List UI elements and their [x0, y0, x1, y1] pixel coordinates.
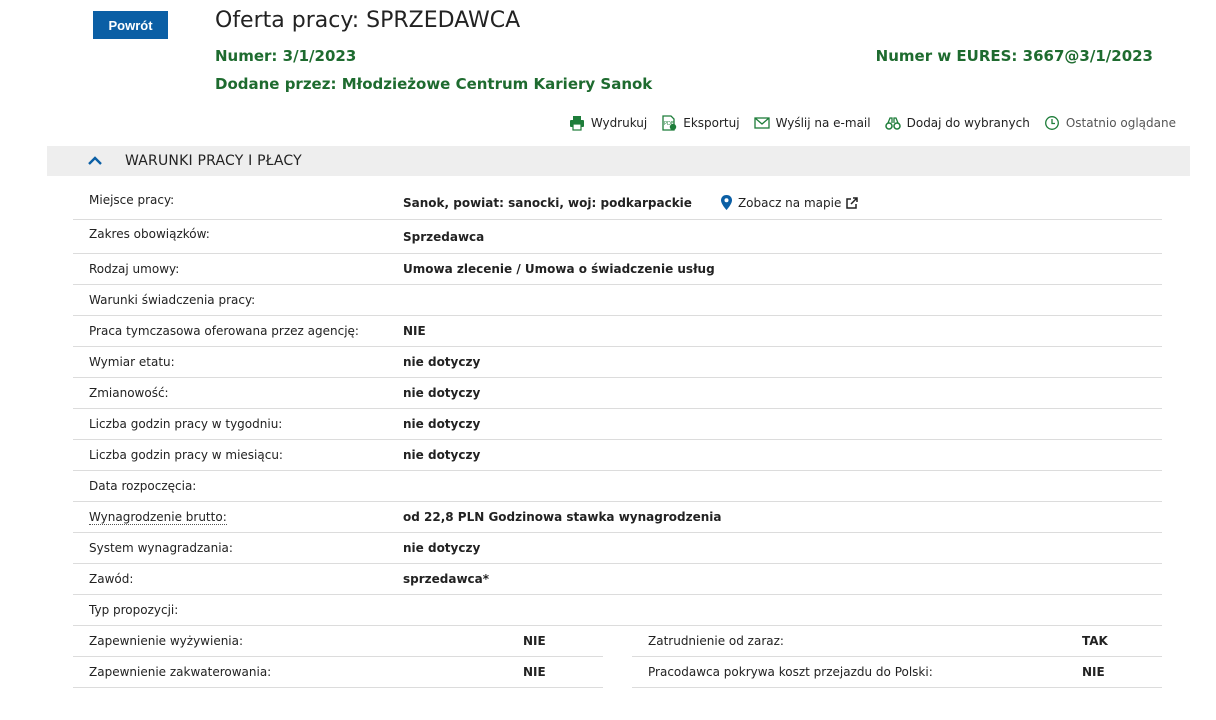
back-button[interactable]: Powrót — [93, 11, 168, 39]
export-button[interactable]: PDF Eksportuj — [661, 115, 740, 131]
table-row: Rodzaj umowy: Umowa zlecenie / Umowa o ś… — [73, 254, 1162, 285]
action-toolbar: Wydrukuj PDF Eksportuj Wyślij na e-mail … — [569, 115, 1176, 131]
row-label: Zmianowość: — [89, 386, 169, 400]
row-value: NIE — [403, 324, 426, 338]
table-row: Typ propozycji: — [73, 595, 1162, 626]
row-label: Miejsce pracy: — [89, 192, 175, 207]
recent-label: Ostatnio oglądane — [1065, 116, 1176, 130]
pair-value: NIE — [523, 634, 546, 648]
pair-value: NIE — [1082, 665, 1105, 679]
pair-row: Zapewnienie wyżywienia: NIE Zatrudnienie… — [73, 626, 1162, 657]
email-label: Wyślij na e-mail — [775, 116, 871, 130]
pair-label: Zapewnienie zakwaterowania: — [89, 665, 272, 679]
pair-left: Zapewnienie zakwaterowania: NIE — [73, 657, 603, 688]
row-label: Warunki świadczenia pracy: — [89, 293, 256, 307]
pair-label: Zapewnienie wyżywienia: — [89, 634, 244, 648]
printer-icon — [569, 116, 584, 131]
eures-number-value: 3667@3/1/2023 — [1022, 47, 1153, 65]
table-row: Zawód: sprzedawca* — [73, 564, 1162, 595]
row-value: nie dotyczy — [403, 541, 481, 555]
map-link[interactable]: Zobacz na mapie — [720, 195, 859, 210]
pair-right: Zatrudnienie od zaraz: TAK — [632, 626, 1162, 657]
add-to-favorites-button[interactable]: Dodaj do wybranych — [884, 115, 1030, 131]
row-label: Zakres obowiązków: — [89, 226, 210, 241]
row-value: nie dotyczy — [403, 386, 481, 400]
email-button[interactable]: Wyślij na e-mail — [753, 115, 871, 131]
table-row: Warunki świadczenia pracy: — [73, 285, 1162, 316]
external-link-icon — [846, 196, 859, 209]
print-button[interactable]: Wydrukuj — [569, 115, 647, 131]
pair-row: Zapewnienie zakwaterowania: NIE Pracodaw… — [73, 657, 1162, 688]
print-label: Wydrukuj — [590, 116, 648, 130]
row-label: System wynagradzania: — [89, 541, 233, 555]
row-label: Zawód: — [89, 572, 134, 586]
table-row: Liczba godzin pracy w miesiącu: nie doty… — [73, 440, 1162, 471]
section-header-working-conditions[interactable]: WARUNKI PRACY I PŁACY — [47, 146, 1190, 176]
pair-label: Zatrudnienie od zaraz: — [648, 634, 784, 648]
pair-label: Pracodawca pokrywa koszt przejazdu do Po… — [648, 665, 933, 679]
eures-number: Numer w EURES: 3667@3/1/2023 — [876, 47, 1153, 65]
table-row: Zmianowość: nie dotyczy — [73, 378, 1162, 409]
offer-number: Numer: 3/1/2023 — [215, 47, 356, 65]
row-label: Rodzaj umowy: — [89, 262, 180, 276]
clock-icon — [1044, 116, 1059, 130]
eures-number-label: Numer w EURES: — [875, 47, 1018, 65]
table-row: Zakres obowiązków: Sprzedawca — [73, 220, 1162, 254]
table-row: System wynagradzania: nie dotyczy — [73, 533, 1162, 564]
conditions-table: Miejsce pracy: Sanok, powiat: sanocki, w… — [73, 186, 1162, 688]
added-by-value: Młodzieżowe Centrum Kariery Sanok — [341, 75, 653, 93]
salary-label-tooltip[interactable]: Wynagrodzenie brutto: — [89, 510, 227, 525]
export-label: Eksportuj — [683, 116, 740, 130]
row-label: Praca tymczasowa oferowana przez agencję… — [89, 324, 359, 338]
table-row: Miejsce pracy: Sanok, powiat: sanocki, w… — [73, 186, 1162, 220]
table-row: Data rozpoczęcia: — [73, 471, 1162, 502]
table-row: Wynagrodzenie brutto: od 22,8 PLN Godzin… — [73, 502, 1162, 533]
table-row: Wymiar etatu: nie dotyczy — [73, 347, 1162, 378]
row-value: sprzedawca* — [403, 572, 490, 586]
export-pdf-icon: PDF — [662, 115, 677, 131]
row-value: Sanok, powiat: sanocki, woj: podkarpacki… — [403, 195, 692, 210]
row-label: Liczba godzin pracy w tygodniu: — [89, 417, 283, 431]
table-row: Praca tymczasowa oferowana przez agencję… — [73, 316, 1162, 347]
section-title: WARUNKI PRACY I PŁACY — [125, 153, 302, 169]
binoculars-icon — [884, 117, 901, 130]
favorites-label: Dodaj do wybranych — [906, 116, 1030, 130]
added-by-label: Dodane przez: — [215, 75, 337, 93]
row-value: nie dotyczy — [403, 448, 481, 462]
table-row: Liczba godzin pracy w tygodniu: nie doty… — [73, 409, 1162, 440]
pair-value: NIE — [523, 665, 546, 679]
chevron-up-icon[interactable] — [87, 153, 103, 169]
added-by: Dodane przez: Młodzieżowe Centrum Karier… — [215, 75, 652, 93]
envelope-icon — [753, 117, 770, 129]
row-value: Umowa zlecenie / Umowa o świadczenie usł… — [403, 262, 715, 276]
row-value: nie dotyczy — [403, 417, 481, 431]
row-label: Data rozpoczęcia: — [89, 479, 197, 493]
offer-number-label: Numer: — [215, 47, 278, 65]
row-value: Sprzedawca — [403, 229, 485, 244]
row-label: Typ propozycji: — [89, 603, 179, 617]
row-label: Wymiar etatu: — [89, 355, 175, 369]
map-link-label: Zobacz na mapie — [737, 195, 842, 210]
map-pin-icon — [720, 195, 732, 210]
row-label: Wynagrodzenie brutto: — [73, 510, 403, 525]
pair-left: Zapewnienie wyżywienia: NIE — [73, 626, 603, 657]
pair-value: TAK — [1082, 634, 1108, 648]
pair-right: Pracodawca pokrywa koszt przejazdu do Po… — [632, 657, 1162, 688]
row-label: Liczba godzin pracy w miesiącu: — [89, 448, 283, 462]
offer-number-value: 3/1/2023 — [282, 47, 357, 65]
row-value: od 22,8 PLN Godzinowa stawka wynagrodzen… — [403, 510, 722, 524]
recently-viewed-button[interactable]: Ostatnio oglądane — [1044, 115, 1176, 131]
page-title: Oferta pracy: SPRZEDAWCA — [215, 8, 521, 33]
row-value: nie dotyczy — [403, 355, 481, 369]
